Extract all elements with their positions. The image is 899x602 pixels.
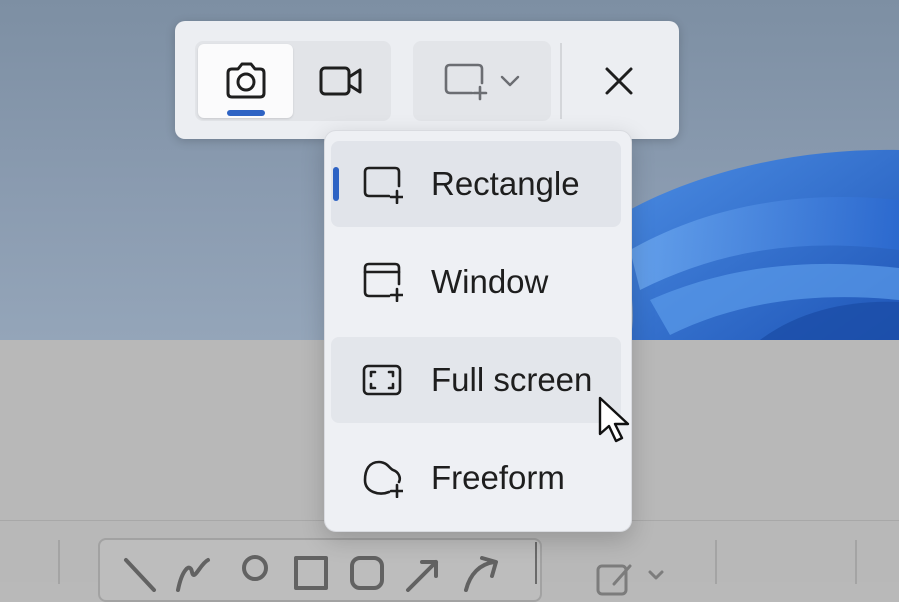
menu-item-label: Full screen — [431, 361, 593, 398]
full-screen-snip-icon — [362, 364, 402, 396]
rectangle-snip-icon — [363, 166, 403, 204]
mouse-pointer-icon — [598, 396, 630, 443]
video-mode-button[interactable] — [293, 44, 388, 118]
snipping-toolbar — [175, 21, 679, 139]
menu-item-label: Rectangle — [431, 165, 580, 202]
snip-shape-dropdown[interactable] — [413, 41, 551, 121]
toolbar-separator — [535, 542, 537, 584]
toolbar-separator — [58, 540, 60, 584]
menu-item-label: Window — [431, 263, 549, 300]
camera-icon — [226, 62, 265, 99]
rectangle-snip-icon — [444, 63, 488, 101]
shape-tools-icons — [124, 555, 498, 592]
snip-mode-group — [195, 41, 391, 121]
pen-tool-icon — [596, 564, 664, 596]
selected-mode-indicator — [227, 110, 265, 116]
toolbar-separator — [855, 540, 857, 584]
close-icon — [605, 67, 633, 95]
toolbar-divider — [560, 43, 562, 119]
menu-item-freeform[interactable]: Freeform — [331, 435, 621, 521]
toolbar-separator — [715, 540, 717, 584]
menu-item-full-screen[interactable]: Full screen — [331, 337, 621, 423]
selected-item-indicator — [333, 167, 339, 201]
window-snip-icon — [363, 262, 403, 302]
close-button[interactable] — [579, 41, 659, 121]
chevron-down-icon — [500, 75, 520, 87]
video-camera-icon — [319, 66, 361, 96]
menu-item-window[interactable]: Window — [331, 239, 621, 325]
menu-item-rectangle[interactable]: Rectangle — [331, 141, 621, 227]
snip-shape-menu: Rectangle Window Full screen Freeform — [324, 130, 632, 532]
screenshot-mode-button[interactable] — [198, 44, 293, 118]
freeform-snip-icon — [363, 460, 403, 498]
menu-item-label: Freeform — [431, 459, 565, 496]
